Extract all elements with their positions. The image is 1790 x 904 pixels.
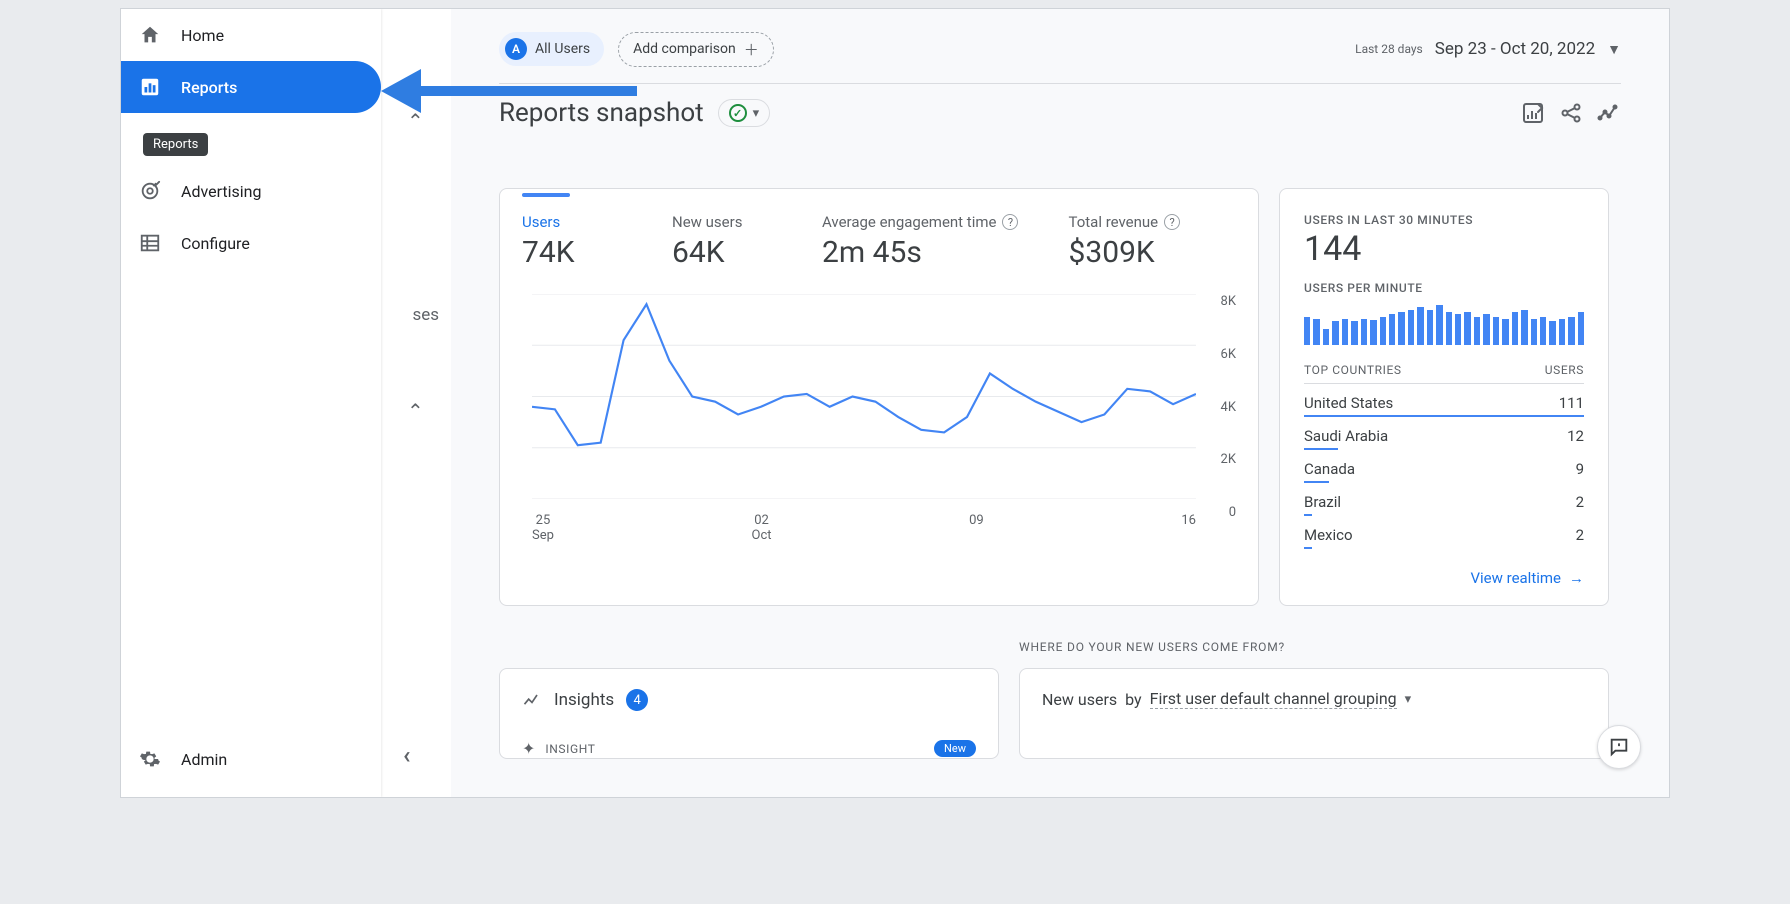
nav-configure-label: Configure [181,234,250,253]
channels-prefix: New users [1042,690,1117,709]
feedback-icon [1608,736,1630,758]
realtime-country-row: Brazil2 [1304,483,1584,516]
plus-icon: ＋ [744,39,759,60]
channels-card: New users by First user default channel … [1019,668,1609,759]
customize-report-icon[interactable] [1521,101,1545,125]
view-realtime-label: View realtime [1470,569,1561,587]
date-range-picker[interactable]: Last 28 days Sep 23 - Oct 20, 2022 ▼ [1355,39,1621,59]
arrow-right-icon: → [1569,569,1584,587]
metric-engagement-value: 2m 45s [822,235,1018,270]
channels-by: by [1125,690,1141,709]
insights-icon[interactable] [1597,101,1621,125]
comparison-bar: A All Users Add comparison ＋ Last 28 day… [499,29,1621,69]
annotation-arrow [381,69,641,109]
metric-users[interactable]: Users 74K [522,213,622,270]
section-heading-new-users: WHERE DO YOUR NEW USERS COME FROM? [1019,640,1621,654]
table-icon [139,232,161,254]
check-circle-icon: ✓ [729,104,747,122]
audience-pill-all-users[interactable]: A All Users [499,32,604,66]
realtime-country-row: Mexico2 [1304,516,1584,549]
overview-card: Users 74K New users 64K Average engageme… [499,188,1259,606]
realtime-subheading: USERS PER MINUTE [1304,281,1584,295]
audience-pill-label: All Users [535,41,590,57]
insights-spark-icon [522,690,542,710]
realtime-country-row: Canada9 [1304,450,1584,483]
audience-badge: A [505,38,527,60]
back-chevron-icon[interactable]: ‹ [403,741,411,769]
nav-reports[interactable]: Reports [121,61,381,113]
nav-admin[interactable]: Admin [121,733,381,785]
main-content: A All Users Add comparison ＋ Last 28 day… [451,9,1669,797]
caret-down-icon: ▾ [1405,692,1412,707]
date-range-label: Last 28 days [1355,42,1423,56]
metric-revenue-value: $309K [1068,235,1180,270]
divider [499,83,1621,84]
nav-advertising-label: Advertising [181,182,262,201]
new-badge: New [934,740,976,757]
insights-card: Insights 4 ✦ INSIGHT New [499,668,999,759]
col-users: USERS [1545,363,1584,377]
users-per-minute-sparkline [1304,305,1584,345]
feedback-fab[interactable] [1597,725,1641,769]
realtime-heading: USERS IN LAST 30 MINUTES [1304,213,1584,227]
nav-advertising[interactable]: Advertising [121,165,381,217]
nav-home-label: Home [181,26,224,45]
report-status-chip[interactable]: ✓ ▾ [718,99,771,127]
metric-users-value: 74K [522,235,622,270]
secondary-column: ⌃ ses ⌃ ‹ [381,9,451,797]
channels-dimension-picker[interactable]: New users by First user default channel … [1042,689,1411,709]
add-comparison-button[interactable]: Add comparison ＋ [618,32,774,67]
reports-tooltip: Reports [143,133,208,156]
metric-revenue-label: Total revenue [1068,213,1158,231]
sparkle-icon: ✦ [522,739,535,758]
help-icon[interactable]: ? [1164,214,1180,230]
insights-count-badge: 4 [626,689,648,711]
side-navigation: Home Reports lore Advertising Configure … [121,9,381,797]
add-comparison-label: Add comparison [633,41,736,57]
share-icon[interactable] [1559,101,1583,125]
gear-icon [139,748,161,770]
insight-sub-label: INSIGHT [545,742,595,756]
title-bar: Reports snapshot ✓ ▾ [499,98,1621,128]
nav-reports-label: Reports [181,78,237,97]
metric-new-users[interactable]: New users 64K [672,213,772,270]
metric-engagement-label: Average engagement time [822,213,996,231]
chevron-up-icon[interactable]: ⌃ [407,399,424,423]
users-line-chart: 8K6K4K2K0 25Sep02Oct0916 [522,294,1236,544]
caret-down-icon: ▾ [753,106,760,121]
metric-new-users-label: New users [672,213,772,231]
insights-title: Insights [554,690,614,710]
home-icon [139,24,161,46]
realtime-country-row: Saudi Arabia12 [1304,417,1584,450]
truncated-text: ses [381,305,451,325]
nav-configure[interactable]: Configure [121,217,381,269]
nav-home[interactable]: Home [121,9,381,61]
metric-revenue[interactable]: Total revenue? $309K [1068,213,1180,270]
view-realtime-link[interactable]: View realtime → [1470,549,1584,587]
metric-new-users-value: 64K [672,235,772,270]
metric-engagement[interactable]: Average engagement time? 2m 45s [822,213,1018,270]
bar-chart-icon [139,76,161,98]
realtime-users-value: 144 [1304,229,1584,269]
realtime-country-row: United States111 [1304,384,1584,417]
realtime-card: USERS IN LAST 30 MINUTES 144 USERS PER M… [1279,188,1609,606]
channels-dimension: First user default channel grouping [1150,689,1397,709]
realtime-table-header: TOP COUNTRIES USERS [1304,363,1584,384]
nav-admin-label: Admin [181,750,227,769]
target-icon [139,180,161,202]
caret-down-icon: ▼ [1607,41,1621,58]
metric-users-label: Users [522,213,622,231]
col-top-countries: TOP COUNTRIES [1304,363,1402,377]
date-range-value: Sep 23 - Oct 20, 2022 [1435,39,1595,59]
help-icon[interactable]: ? [1002,214,1018,230]
